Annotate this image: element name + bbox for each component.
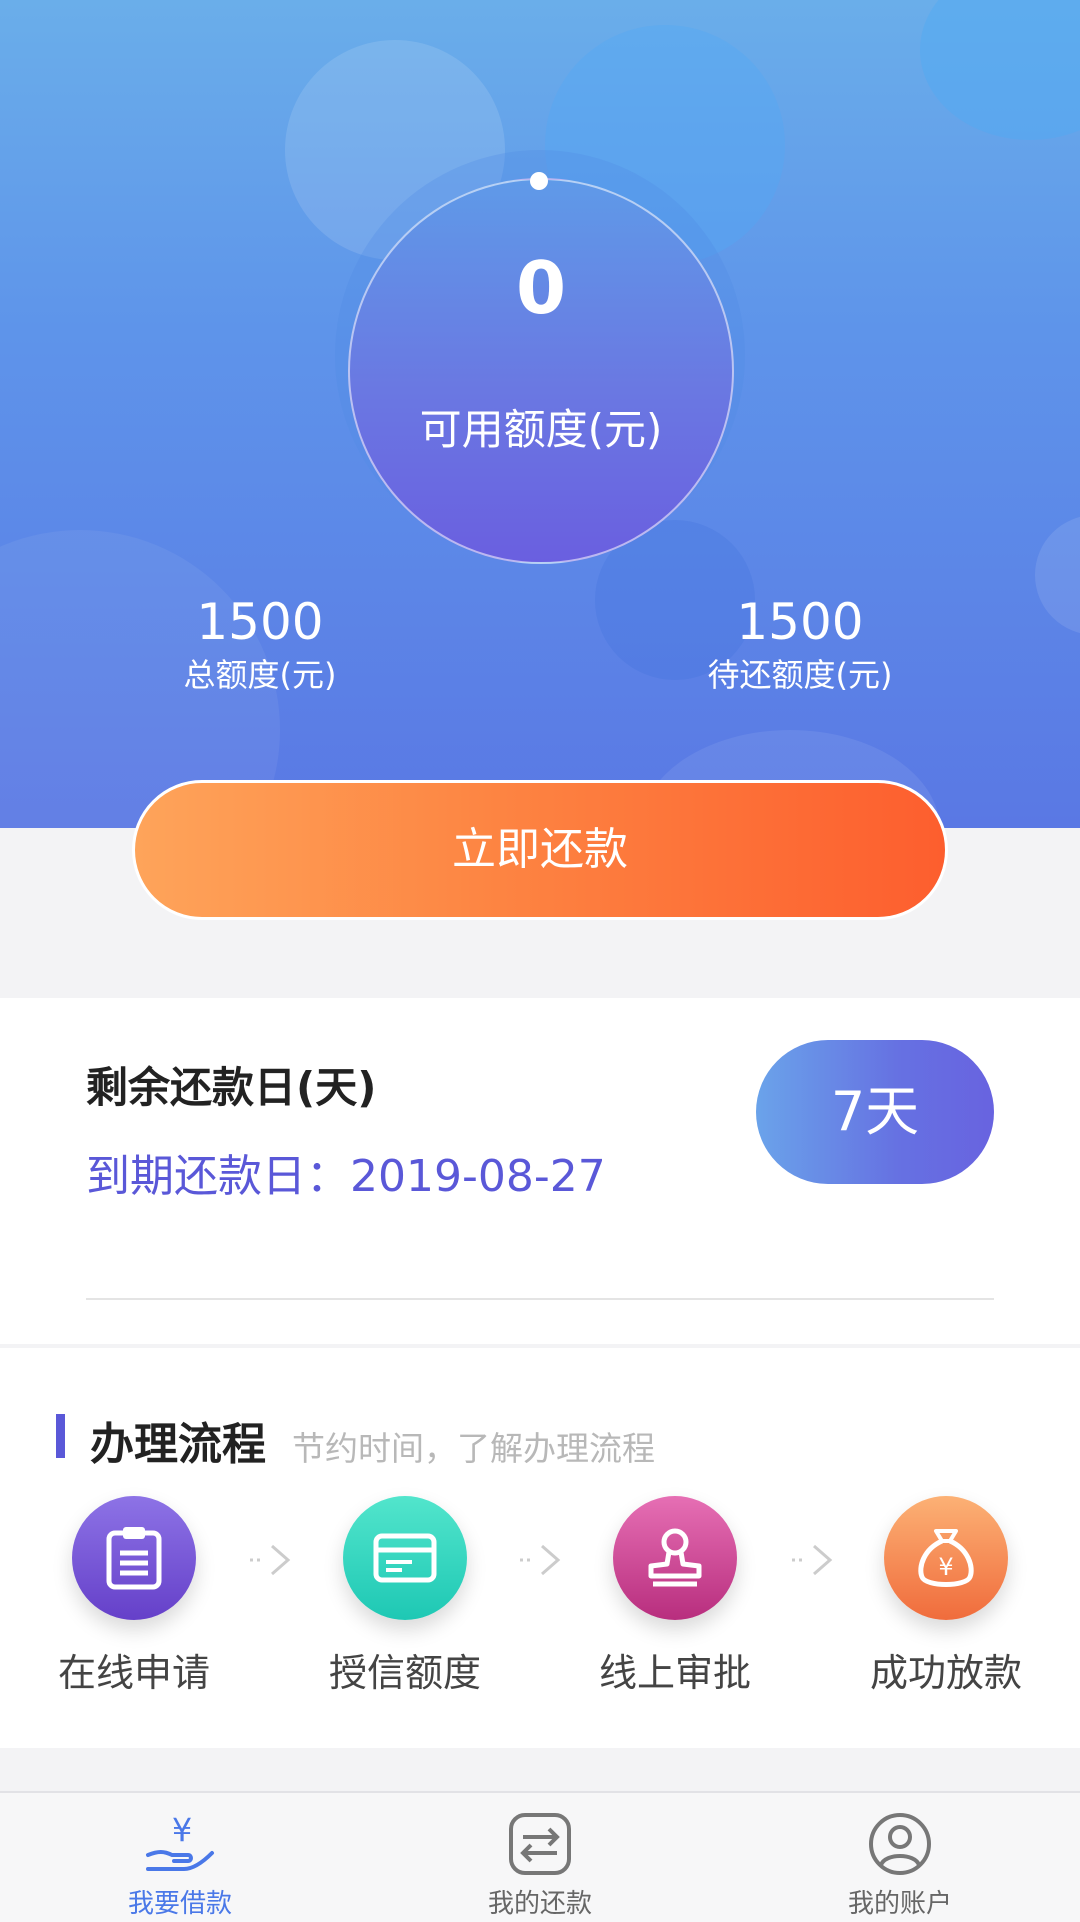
- step-loan-disbursed: ¥ 成功放款: [846, 1496, 1046, 1697]
- total-credit-value: 1500: [196, 593, 324, 651]
- credit-summary-header: 0 可用额度(元) 1500 总额度(元) 1500 待还额度(元): [0, 0, 1080, 828]
- loan-hand-icon: ¥: [60, 1811, 300, 1879]
- bottom-tab-bar: ¥ 我要借款 我的还款 我的账户: [0, 1791, 1080, 1922]
- available-credit-label: 可用额度(元): [419, 405, 663, 454]
- svg-text:¥: ¥: [938, 1553, 953, 1581]
- chevron-right-icon: [250, 1544, 291, 1576]
- step-label: 授信额度: [328, 1651, 481, 1695]
- due-date-value: 2019-08-27: [350, 1151, 606, 1202]
- process-section: 办理流程 节约时间，了解办理流程 在线申请 授信额度 线上审批 ¥ 成功放款: [0, 1348, 1080, 1748]
- user-icon: [780, 1811, 1020, 1879]
- step-label: 在线申请: [57, 1651, 210, 1695]
- chevron-right-icon: [792, 1544, 833, 1576]
- due-date-card: 剩余还款日(天) 到期还款日：2019-08-27 7天: [0, 998, 1080, 1344]
- available-credit-value: 0: [515, 246, 567, 330]
- due-date: 到期还款日：2019-08-27: [86, 1140, 606, 1204]
- step-label: 成功放款: [869, 1651, 1022, 1695]
- chevron-right-icon: [520, 1544, 561, 1576]
- decorative-bubble: [1035, 515, 1080, 635]
- tab-label: 我要借款: [127, 1889, 232, 1919]
- process-subtitle: 节约时间，了解办理流程: [292, 1429, 655, 1468]
- money-bag-icon: ¥: [884, 1496, 1008, 1620]
- due-date-label: 到期还款日：: [86, 1151, 350, 1202]
- step-online-approval: 线上审批: [575, 1496, 775, 1697]
- total-credit: 1500 总额度(元): [110, 592, 410, 698]
- tab-my-repayment[interactable]: 我的还款: [420, 1793, 660, 1922]
- remaining-days-badge: 7天: [756, 1040, 994, 1184]
- tab-borrow[interactable]: ¥ 我要借款: [60, 1793, 300, 1922]
- divider: [86, 1298, 994, 1300]
- decorative-bubble: [920, 0, 1080, 140]
- repay-now-button[interactable]: 立即还款: [132, 780, 948, 920]
- available-credit-circle: [348, 178, 734, 564]
- step-online-apply: 在线申请: [34, 1496, 234, 1697]
- pending-repayment-label: 待还额度(元): [707, 656, 893, 694]
- tab-label: 我的账户: [847, 1889, 952, 1919]
- clipboard-icon: [72, 1496, 196, 1620]
- remaining-days-title: 剩余还款日(天): [86, 1063, 377, 1112]
- pending-repayment: 1500 待还额度(元): [650, 592, 950, 698]
- stamp-icon: [613, 1496, 737, 1620]
- card-icon: [343, 1496, 467, 1620]
- pending-repayment-value: 1500: [736, 593, 864, 651]
- total-credit-label: 总额度(元): [183, 656, 337, 694]
- section-accent-bar: [56, 1414, 65, 1458]
- svg-text:¥: ¥: [172, 1811, 192, 1849]
- exchange-icon: [420, 1811, 660, 1879]
- process-title: 办理流程: [90, 1419, 266, 1470]
- tab-my-account[interactable]: 我的账户: [780, 1793, 1020, 1922]
- progress-dot: [530, 172, 548, 190]
- step-credit-limit: 授信额度: [305, 1496, 505, 1697]
- tab-label: 我的还款: [487, 1889, 592, 1919]
- step-label: 线上审批: [598, 1651, 751, 1695]
